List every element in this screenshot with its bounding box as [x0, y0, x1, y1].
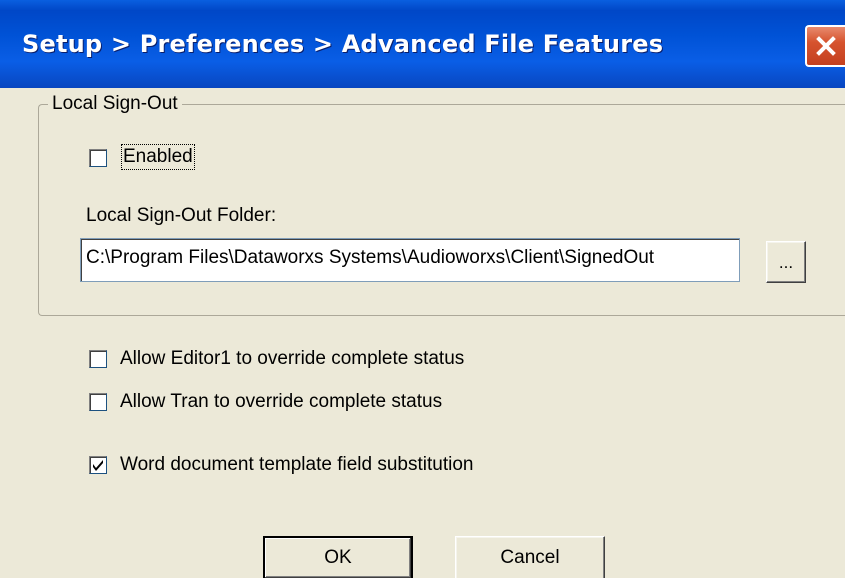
- local-signout-group-label: Local Sign-Out: [48, 93, 182, 115]
- close-button[interactable]: [805, 25, 845, 67]
- local-signout-folder-input[interactable]: C:\Program Files\Dataworxs Systems\Audio…: [80, 238, 740, 282]
- title-bar[interactable]: Setup > Preferences > Advanced File Feat…: [0, 0, 845, 88]
- close-icon: [816, 36, 836, 56]
- allow-editor1-override-label[interactable]: Allow Editor1 to override complete statu…: [120, 348, 464, 370]
- browse-folder-button[interactable]: ...: [766, 241, 806, 283]
- word-template-substitution-checkbox[interactable]: [89, 456, 107, 474]
- enabled-label[interactable]: Enabled: [121, 144, 195, 170]
- allow-editor1-override-checkbox[interactable]: [89, 350, 107, 368]
- allow-tran-override-label[interactable]: Allow Tran to override complete status: [120, 391, 442, 413]
- local-signout-folder-label: Local Sign-Out Folder:: [86, 205, 277, 226]
- cancel-button[interactable]: Cancel: [455, 536, 605, 578]
- window-title: Setup > Preferences > Advanced File Feat…: [22, 30, 664, 58]
- checkmark-icon: [93, 460, 103, 471]
- enabled-checkbox[interactable]: [89, 149, 107, 167]
- dialog-window: Setup > Preferences > Advanced File Feat…: [0, 0, 845, 578]
- word-template-substitution-label[interactable]: Word document template field substitutio…: [120, 454, 473, 476]
- ok-button[interactable]: OK: [263, 536, 413, 578]
- allow-tran-override-checkbox[interactable]: [89, 393, 107, 411]
